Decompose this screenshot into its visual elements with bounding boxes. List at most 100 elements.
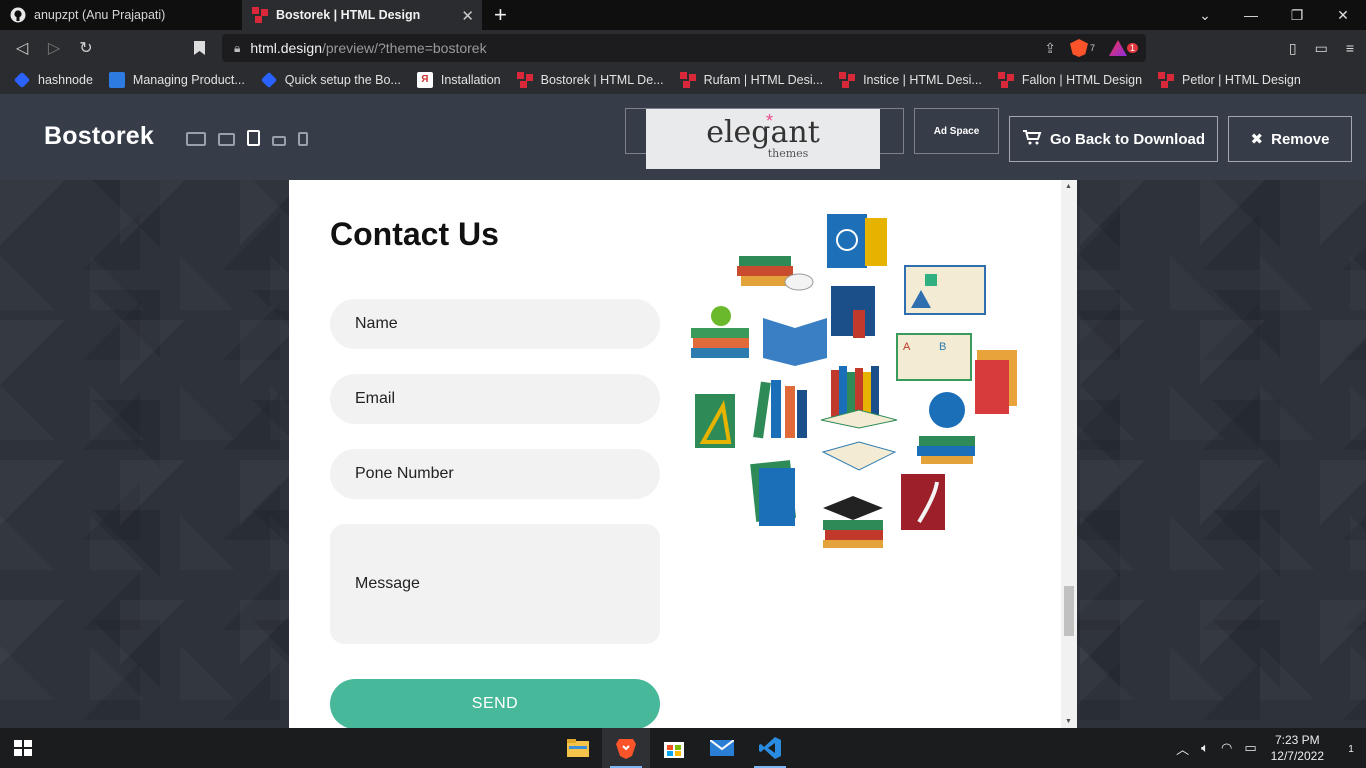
bookmark-petlor[interactable]: Petlor | HTML Design	[1158, 72, 1301, 88]
mail-icon[interactable]	[698, 728, 746, 768]
battery-icon[interactable]: ▭	[1244, 740, 1256, 756]
url-host: html.design	[250, 40, 322, 56]
chevron-up-icon[interactable]: ︿	[1176, 739, 1189, 758]
brave-icon[interactable]	[602, 728, 650, 768]
shield-count: 7	[1089, 43, 1095, 53]
bookmark-fallon[interactable]: Fallon | HTML Design	[997, 72, 1143, 88]
bookmark-hashnode[interactable]: hashnode	[13, 71, 93, 89]
scroll-down-icon[interactable]: ▼	[1065, 718, 1072, 725]
bookmark-label: Installation	[440, 73, 501, 87]
close-window-button[interactable]: ✕	[1320, 0, 1366, 30]
bookmark-label: Petlor | HTML Design	[1182, 73, 1301, 87]
desktop-view-icon[interactable]	[186, 132, 206, 146]
bookmark-rufam[interactable]: Rufam | HTML Desi...	[679, 72, 824, 88]
wallet-icon[interactable]: ▭	[1315, 40, 1328, 57]
store-icon[interactable]	[650, 728, 698, 768]
bookmark-instice[interactable]: Instice | HTML Desi...	[839, 72, 982, 88]
mobile-view-icon[interactable]	[298, 132, 308, 146]
elegant-themes-ad[interactable]: * elegant themes	[646, 109, 880, 169]
bookmark-label: Quick setup the Bo...	[284, 73, 401, 87]
send-button[interactable]: SEND	[330, 679, 660, 728]
bookmark-installation[interactable]: Я Installation	[416, 72, 501, 88]
new-tab-button[interactable]: +	[494, 0, 507, 30]
svg-text:B: B	[939, 341, 946, 353]
reload-icon[interactable]: ↻	[70, 30, 102, 66]
clock-date: 12/7/2022	[1270, 749, 1324, 763]
file-explorer-icon[interactable]	[554, 728, 602, 768]
installation-icon: Я	[416, 72, 433, 88]
phone-input[interactable]: Pone Number	[330, 449, 660, 499]
window-controls: ⌄ — ❐ ✕	[1182, 0, 1366, 30]
tablet-view-icon[interactable]	[247, 130, 260, 146]
notification-icon[interactable]: 1	[1336, 739, 1366, 757]
bookmark-label: Managing Product...	[132, 73, 245, 87]
hashnode-icon	[13, 71, 31, 89]
address-bar[interactable]: 🔒︎ html.design /preview/?theme=bostorek …	[222, 34, 1146, 62]
brave-rewards-icon[interactable]	[1108, 40, 1127, 56]
tab-title: Bostorek | HTML Design	[276, 8, 421, 22]
github-icon	[10, 7, 26, 23]
scroll-up-icon[interactable]: ▲	[1065, 183, 1072, 190]
vscode-icon[interactable]	[746, 728, 794, 768]
message-textarea[interactable]: Message	[330, 524, 660, 644]
browser-tab-strip: anupzpt (Anu Prajapati) Bostorek | HTML …	[0, 0, 1366, 30]
preview-header: Bostorek * elegant themes Ad Space Go Ba…	[0, 94, 1366, 180]
scrollbar-thumb[interactable]	[1064, 586, 1074, 636]
brand-title: Bostorek	[44, 122, 154, 150]
html-design-icon	[1158, 72, 1175, 88]
contact-title: Contact Us	[330, 216, 499, 252]
email-input[interactable]: Email	[330, 374, 660, 424]
brave-shields-icon[interactable]	[1069, 39, 1088, 57]
navigation-bar: ◁ ▷ ↻ 🔒︎ html.design /preview/?theme=bos…	[0, 30, 1366, 66]
tablet-landscape-view-icon[interactable]	[272, 136, 286, 146]
lock-icon: 🔒︎	[234, 40, 241, 55]
bookmark-icon[interactable]	[183, 30, 215, 66]
bookmark-label: Fallon | HTML Design	[1021, 73, 1143, 87]
wifi-icon[interactable]: ◠	[1221, 740, 1232, 756]
hashnode-icon	[260, 71, 277, 89]
rewards-count: 1	[1126, 43, 1138, 53]
bookmark-label: Rufam | HTML Desi...	[703, 73, 824, 87]
ad-logo-word: elegant	[706, 114, 820, 150]
laptop-view-icon[interactable]	[218, 133, 235, 146]
menu-icon[interactable]: ≡	[1346, 40, 1354, 56]
restore-button[interactable]: ❐	[1274, 0, 1320, 30]
download-label: Go Back to Download	[1049, 130, 1205, 148]
remove-button[interactable]: ✖ Remove	[1228, 116, 1352, 162]
clock-time: 7:23 PM	[1274, 733, 1320, 747]
close-tab-icon[interactable]: ✕	[461, 7, 474, 25]
tab-search-icon[interactable]: ⌄	[1182, 0, 1228, 30]
remove-label: Remove	[1271, 130, 1330, 148]
ad-logo-sub: themes	[767, 146, 809, 160]
volume-icon[interactable]: 🔈︎	[1201, 740, 1209, 756]
tab-bostorek[interactable]: Bostorek | HTML Design ✕	[242, 0, 482, 30]
html-design-icon	[679, 72, 696, 88]
html-design-icon	[252, 7, 268, 23]
bookmark-label: Bostorek | HTML De...	[540, 73, 664, 87]
go-back-to-download-button[interactable]: Go Back to Download	[1009, 116, 1218, 162]
tab-title: anupzpt (Anu Prajapati)	[34, 8, 166, 22]
html-design-icon	[516, 72, 533, 88]
device-switcher	[186, 130, 308, 146]
forward-icon[interactable]: ▷	[38, 30, 70, 66]
back-icon[interactable]: ◁	[6, 30, 38, 66]
windows-start-icon[interactable]	[14, 740, 32, 756]
share-icon[interactable]: ⇪	[1044, 40, 1056, 57]
books-illustration: AB	[691, 214, 1017, 548]
name-input[interactable]: Name	[330, 299, 660, 349]
clock[interactable]: 7:23 PM 12/7/2022	[1271, 732, 1324, 764]
url-path: /preview/?theme=bostorek	[321, 40, 487, 56]
minimize-button[interactable]: —	[1228, 0, 1274, 30]
bookmark-quick-setup[interactable]: Quick setup the Bo...	[260, 71, 401, 89]
ad-space-button[interactable]: Ad Space	[914, 108, 999, 154]
sidebar-icon[interactable]: ▯	[1289, 40, 1297, 57]
bookmark-bostorek[interactable]: Bostorek | HTML De...	[516, 72, 664, 88]
bookmarks-bar: hashnode Managing Product... Quick setup…	[0, 66, 1366, 94]
product-icon	[108, 72, 125, 88]
system-tray: ︿ 🔈︎ ◠ ▭ 7:23 PM 12/7/2022 1	[1170, 728, 1366, 768]
bookmark-managing-product[interactable]: Managing Product...	[108, 72, 245, 88]
asterisk-icon: *	[766, 111, 774, 131]
frame-scrollbar[interactable]: ▲ ▼	[1061, 180, 1077, 728]
tab-github[interactable]: anupzpt (Anu Prajapati)	[0, 0, 242, 30]
bookmark-label: Instice | HTML Desi...	[863, 73, 982, 87]
